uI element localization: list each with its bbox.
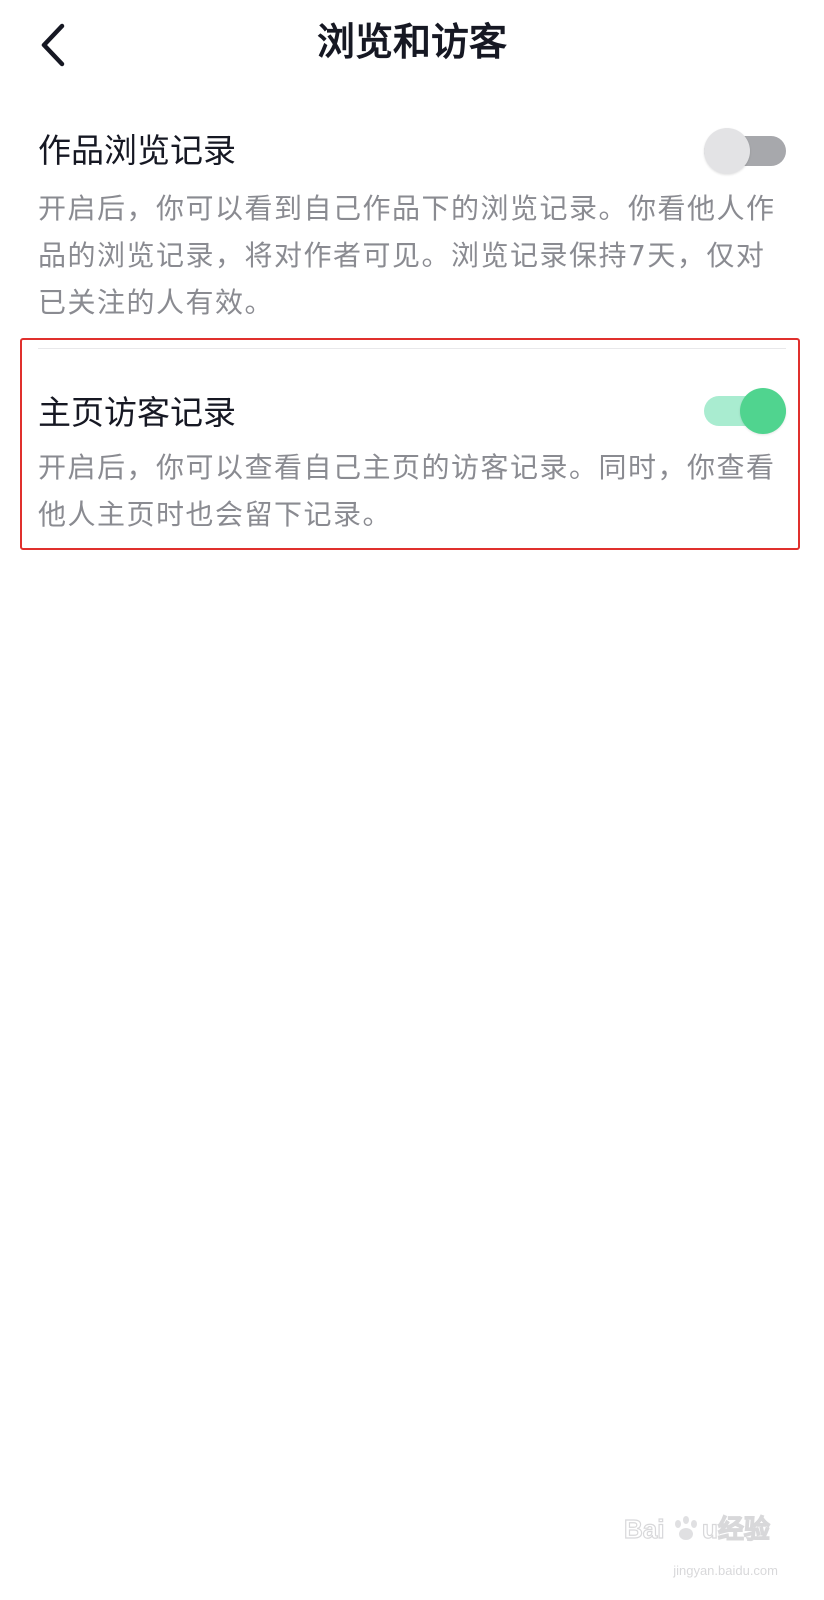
- divider: [38, 348, 786, 349]
- svg-text:Bai: Bai: [624, 1514, 664, 1544]
- toggle-knob: [740, 388, 786, 434]
- work-view-history-toggle[interactable]: [704, 128, 786, 174]
- svg-text:u经验: u经验: [702, 1514, 770, 1544]
- watermark: Bai u经验 jingyan.baidu.com: [624, 1508, 784, 1578]
- description-line: 开启后，你可以看到自己作品下的浏览记录。你看他人作: [38, 192, 776, 225]
- description-line: 他人主页时也会留下记录。: [38, 498, 393, 531]
- setting-description: 开启后，你可以查看自己主页的访客记录。同时，你查看 他人主页时也会留下记录。: [38, 444, 786, 538]
- toggle-knob: [704, 128, 750, 174]
- setting-title: 主页访客记录: [38, 393, 236, 432]
- baidu-jingyan-logo: Bai u经验: [624, 1513, 770, 1544]
- setting-description: 开启后，你可以看到自己作品下的浏览记录。你看他人作 品的浏览记录，将对作者可见。…: [38, 185, 786, 326]
- page-title: 浏览和访客: [316, 20, 507, 64]
- setting-title: 作品浏览记录: [38, 131, 236, 170]
- profile-visitor-history-toggle[interactable]: [704, 388, 786, 434]
- description-line: 已关注的人有效。: [38, 286, 275, 319]
- header: 浏览和访客: [0, 0, 824, 90]
- setting-work-view-history: 作品浏览记录 开启后，你可以看到自己作品下的浏览记录。你看他人作 品的浏览记录，…: [38, 124, 786, 324]
- watermark-url: jingyan.baidu.com: [673, 1563, 778, 1578]
- description-line: 开启后，你可以查看自己主页的访客记录。同时，你查看: [38, 451, 776, 484]
- description-line: 品的浏览记录，将对作者可见。浏览记录保持7天，仅对: [38, 239, 766, 272]
- setting-profile-visitor-history: 主页访客记录 开启后，你可以查看自己主页的访客记录。同时，你查看 他人主页时也会…: [38, 386, 786, 536]
